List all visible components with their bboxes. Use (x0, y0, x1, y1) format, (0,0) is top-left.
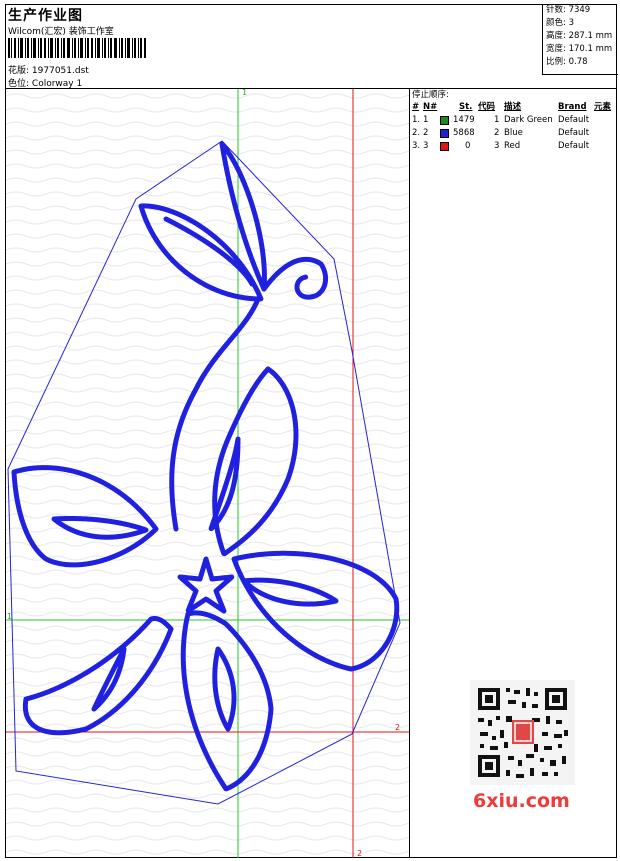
guide-label: 2 (357, 849, 362, 858)
design-height: 高度: 287.1 mm (546, 31, 613, 41)
design-scale: 比例: 0.78 (546, 57, 588, 67)
stop-sequence-title: 停止顺序: (412, 90, 449, 100)
color-swatch (440, 116, 449, 125)
design-file: 花版: 1977051.dst (8, 66, 89, 76)
sheet-header: 生产作业图 Wilcom(汇宏) 装饰工作室 花版: 1977051.dst 色… (5, 4, 618, 89)
barcode (8, 38, 146, 58)
stats-panel: 针数: 7349 颜色: 3 高度: 287.1 mm 宽度: 170.1 mm… (542, 4, 618, 75)
stop-sequence-table: 停止顺序: # N# St. 代码 描述 Brand 元素 1. 1 1479 … (410, 89, 617, 153)
table-row[interactable]: 2. 2 5868 2 Blue Default (410, 127, 617, 140)
table-header: # N# St. 代码 描述 Brand 元素 (412, 102, 612, 112)
fabric-background (6, 89, 409, 858)
watermark: 6xiu.com (473, 790, 570, 812)
panel-divider (409, 88, 410, 858)
design-canvas: 1 1 2 2 (6, 89, 409, 858)
qr-code (470, 680, 575, 785)
stitch-count: 针数: 7349 (546, 5, 591, 15)
table-row[interactable]: 3. 3 0 3 Red Default (410, 140, 617, 153)
sheet-title: 生产作业图 (8, 8, 83, 24)
guide-label: 1 (242, 89, 247, 97)
color-swatch (440, 129, 449, 138)
table-row[interactable]: 1. 1 1479 1 Dark Green Default (410, 114, 617, 127)
guide-label: 2 (395, 723, 400, 732)
studio-name: Wilcom(汇宏) 装饰工作室 (8, 27, 114, 37)
color-count: 颜色: 3 (546, 18, 574, 28)
design-file-value: 1977051.dst (31, 66, 89, 76)
color-swatch (440, 142, 449, 151)
design-width: 宽度: 170.1 mm (546, 44, 613, 54)
